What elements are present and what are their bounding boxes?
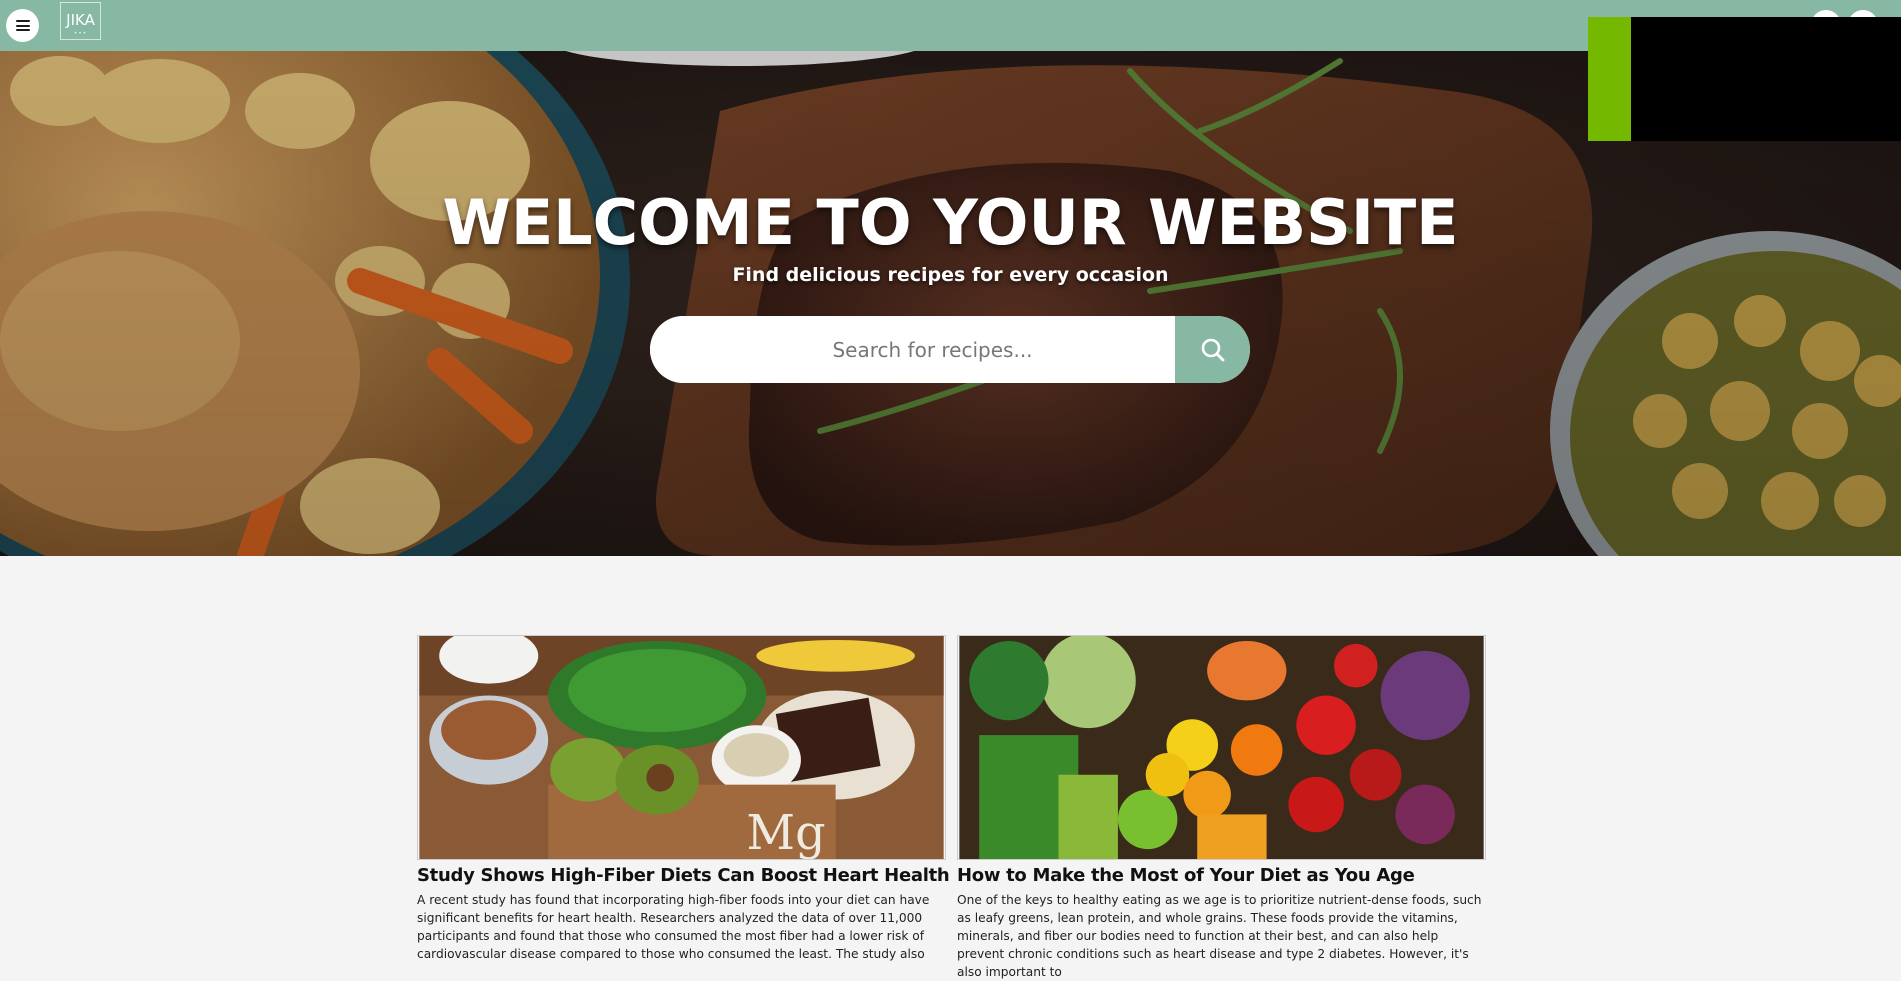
article-excerpt: One of the keys to healthy eating as we … — [957, 893, 1482, 979]
ad-content-block — [1631, 17, 1901, 141]
recipe-search-bar — [650, 316, 1250, 383]
logo-text: JIKA — [66, 11, 95, 29]
article-card[interactable]: Mg Study Shows High-Fiber Diets Can Boos… — [417, 635, 950, 963]
recipe-search-input[interactable] — [650, 316, 1175, 383]
search-icon — [1201, 338, 1224, 361]
article-card[interactable]: How to Make the Most of Your Diet as You… — [957, 635, 1486, 981]
article-excerpt: A recent study has found that incorporat… — [417, 893, 930, 961]
site-logo[interactable]: JIKA ••• — [60, 2, 101, 40]
ad-accent-block — [1588, 17, 1631, 141]
article-image-high-fiber-foods[interactable]: Mg — [417, 635, 946, 860]
hamburger-menu-icon — [15, 20, 30, 31]
hero-title: WELCOME TO YOUR WEBSITE — [442, 186, 1459, 259]
advertisement-banner[interactable] — [1588, 17, 1901, 141]
article-title[interactable]: How to Make the Most of Your Diet as You… — [957, 865, 1486, 886]
article-title[interactable]: Study Shows High-Fiber Diets Can Boost H… — [417, 865, 950, 886]
menu-button[interactable] — [6, 9, 39, 42]
search-button[interactable] — [1175, 316, 1250, 383]
article-image-vegetables[interactable] — [957, 635, 1486, 860]
svg-text:Mg: Mg — [746, 806, 825, 860]
hero-subtitle: Find delicious recipes for every occasio… — [732, 264, 1169, 286]
logo-dots: ••• — [73, 30, 88, 37]
